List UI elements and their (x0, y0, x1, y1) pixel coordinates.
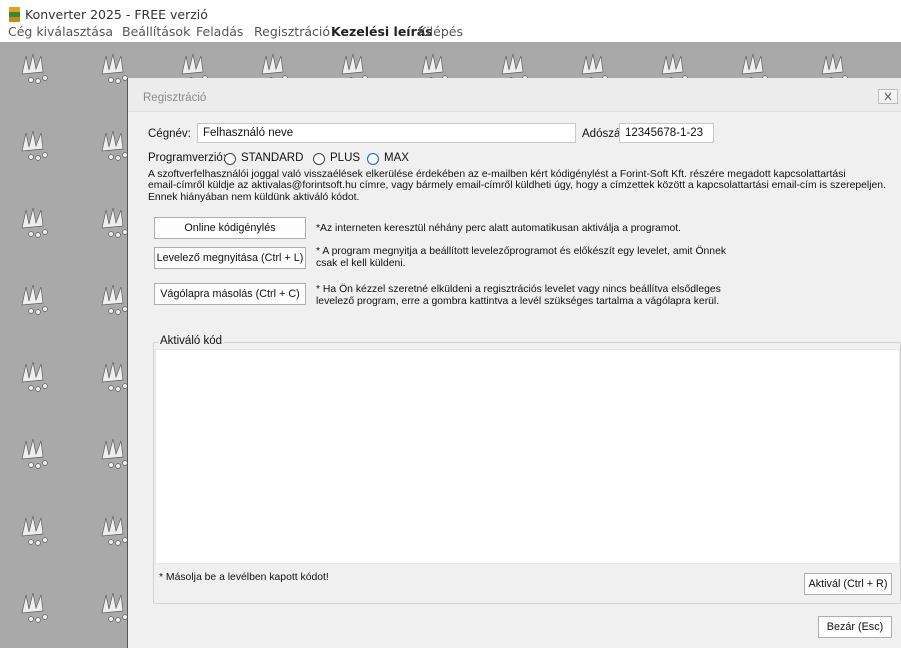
radio-max-label[interactable]: MAX (384, 152, 409, 164)
open-mail-client-button[interactable]: Levelező megnyitása (Ctrl + L) (154, 247, 306, 269)
online-code-request-description: *Az interneten keresztül néhány perc ala… (316, 223, 681, 235)
app-icon (9, 7, 20, 22)
dialog-close-button[interactable] (878, 89, 898, 104)
description-line: levelező program, erre a gombra kattintv… (316, 295, 720, 307)
registration-info-text: A szoftverfelhasználói joggal való vissz… (148, 169, 898, 203)
close-button[interactable]: Bezár (Esc) (818, 616, 892, 638)
copy-to-clipboard-description: * Ha Ön kézzel szeretné elküldeni a regi… (316, 284, 721, 307)
activation-code-group-title: Aktiváló kód (158, 335, 225, 347)
company-field[interactable]: Felhasználó neve (197, 123, 576, 143)
close-icon (884, 92, 892, 101)
online-code-request-button[interactable]: Online kódigénylés (154, 217, 306, 239)
menu-item-regisztracio[interactable]: Regisztráció (254, 24, 330, 39)
paste-code-note: * Másolja be a levélben kapott kódot! (159, 572, 329, 583)
program-version-label: Programverzió: (148, 152, 226, 164)
dialog-title: Regisztráció (143, 92, 207, 104)
copy-to-clipboard-button[interactable]: Vágólapra másolás (Ctrl + C) (154, 283, 306, 305)
menu-item-ceg-kivalasztasa[interactable]: Cég kiválasztása (8, 24, 113, 39)
activate-button[interactable]: Aktivál (Ctrl + R) (804, 573, 892, 595)
radio-max[interactable] (367, 153, 379, 165)
info-line: Ennek hiányában nem küldünk aktiváló kód… (148, 191, 360, 203)
dialog-header: Regisztráció (128, 78, 901, 112)
description-line: * Ha Ön kézzel szeretné elküldeni a regi… (316, 284, 721, 295)
radio-standard[interactable] (224, 153, 236, 165)
menu-item-feladas[interactable]: Feladás (196, 24, 243, 39)
radio-plus-label[interactable]: PLUS (330, 152, 360, 164)
registration-dialog: Regisztráció Cégnév: Felhasználó neve Ad… (127, 78, 901, 648)
description-line: *Az interneten keresztül néhány perc ala… (316, 223, 682, 234)
company-label: Cégnév: (148, 128, 191, 140)
description-line: csak el kell küldeni. (316, 257, 406, 269)
radio-standard-label[interactable]: STANDARD (241, 152, 303, 164)
window-title: Konverter 2025 - FREE verzió (25, 7, 208, 22)
menu-item-kilepes[interactable]: Kilépés (418, 24, 463, 39)
info-line: A szoftverfelhasználói joggal való vissz… (148, 169, 846, 180)
menu-item-beallitasok[interactable]: Beállítások (122, 24, 190, 39)
activation-code-input[interactable] (155, 349, 900, 564)
tax-number-field[interactable]: 12345678-1-23 (619, 123, 714, 143)
info-line: email-címről küldje az aktivalas@forints… (148, 180, 886, 192)
open-mail-client-description: * A program megnyitja a beállított level… (316, 246, 726, 269)
radio-plus[interactable] (313, 153, 325, 165)
description-line: * A program megnyitja a beállított level… (316, 246, 727, 257)
